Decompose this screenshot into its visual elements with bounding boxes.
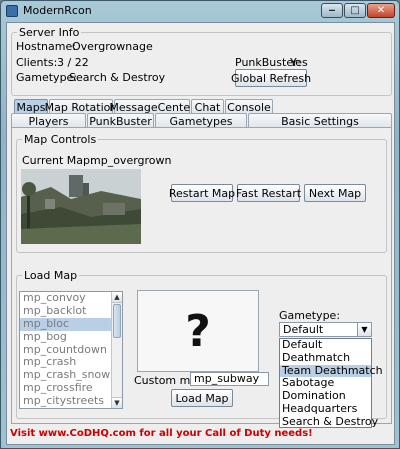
chevron-down-icon[interactable]: ▼: [357, 323, 371, 336]
map-list[interactable]: mp_convoy mp_backlot mp_bloc mp_bog mp_c…: [19, 291, 123, 409]
load-map-button[interactable]: Load Map: [171, 389, 233, 407]
custom-map-input[interactable]: mp_subway: [190, 372, 269, 386]
gametype-combo-value: Default: [283, 323, 324, 336]
tab-maps[interactable]: Maps: [14, 99, 48, 114]
close-button[interactable]: ✕: [367, 3, 395, 18]
footer-link-text[interactable]: Visit www.CoDHQ.com for all your Call of…: [10, 428, 313, 439]
gametype-combo-label: Gametype:: [279, 309, 341, 322]
list-item[interactable]: mp_backlot: [20, 304, 122, 318]
next-map-button[interactable]: Next Map: [304, 184, 366, 202]
clients-label: Clients:: [16, 56, 58, 69]
maximize-button[interactable]: □: [344, 3, 366, 18]
map-controls-legend: Map Controls: [22, 133, 99, 146]
tab-map-rotation[interactable]: Map Rotation: [45, 99, 117, 114]
close-icon: ✕: [376, 5, 386, 16]
main-content: Server Info Hostname: Overgrownage Clien…: [6, 22, 395, 445]
current-map-thumbnail: [21, 169, 141, 244]
fast-restart-button[interactable]: Fast Restart: [236, 184, 301, 202]
list-item-selected[interactable]: mp_bloc: [20, 317, 122, 331]
title-bar[interactable]: ModernRcon ‒ □ ✕: [1, 1, 399, 21]
tab-chat[interactable]: Chat: [191, 99, 224, 114]
tab-basic-settings[interactable]: Basic Settings: [248, 113, 392, 128]
app-window: ModernRcon ‒ □ ✕ Server Info Hostname: O…: [0, 0, 400, 449]
current-map-value: mp_overgrown: [90, 154, 172, 167]
list-item[interactable]: mp_convoy: [20, 292, 122, 305]
scroll-down-icon[interactable]: ▼: [112, 397, 122, 408]
gametype-dropdown-list[interactable]: Default Deathmatch Team Deathmatch Sabot…: [279, 338, 383, 429]
gametype-value: Search & Destroy: [69, 71, 166, 84]
maximize-icon: □: [350, 5, 360, 16]
tab-message-center[interactable]: MessageCenter: [109, 99, 195, 114]
list-item[interactable]: mp_bog: [20, 330, 122, 344]
minimize-button[interactable]: ‒: [321, 3, 343, 18]
app-icon: [6, 5, 18, 17]
gametype-option[interactable]: Search & Destroy: [280, 415, 378, 429]
punkbuster-value: Yes: [290, 56, 308, 69]
gametype-label: Gametype:: [16, 71, 78, 84]
map-list-scrollbar[interactable]: ▲ ▼: [111, 292, 122, 408]
tab-gametypes[interactable]: Gametypes: [155, 113, 247, 128]
gametype-combo[interactable]: Default ▼: [279, 322, 372, 337]
tab-punkbuster[interactable]: PunkBuster: [87, 113, 154, 128]
hostname-value: Overgrownage: [72, 40, 153, 53]
list-item[interactable]: mp_citystreets: [20, 394, 122, 408]
clients-value: 3 / 22: [57, 56, 89, 69]
gametype-option[interactable]: Headquarters: [280, 402, 371, 416]
global-refresh-button[interactable]: Global Refresh: [231, 69, 311, 87]
map-preview-placeholder: ?: [137, 290, 259, 372]
tab-players[interactable]: Players: [11, 113, 86, 128]
minimize-icon: ‒: [328, 5, 336, 16]
scroll-thumb[interactable]: [113, 304, 121, 338]
load-map-legend: Load Map: [22, 269, 80, 282]
scroll-up-icon[interactable]: ▲: [112, 292, 122, 303]
current-map-label: Current Map:: [22, 154, 94, 167]
hostname-label: Hostname:: [16, 40, 76, 53]
restart-map-button[interactable]: Restart Map: [169, 184, 235, 202]
gametype-option[interactable]: Default: [280, 338, 371, 352]
server-info-legend: Server Info: [17, 26, 82, 39]
gametype-option[interactable]: Deathmatch: [280, 351, 371, 365]
tab-console[interactable]: Console: [225, 99, 273, 114]
window-title: ModernRcon: [23, 4, 92, 17]
